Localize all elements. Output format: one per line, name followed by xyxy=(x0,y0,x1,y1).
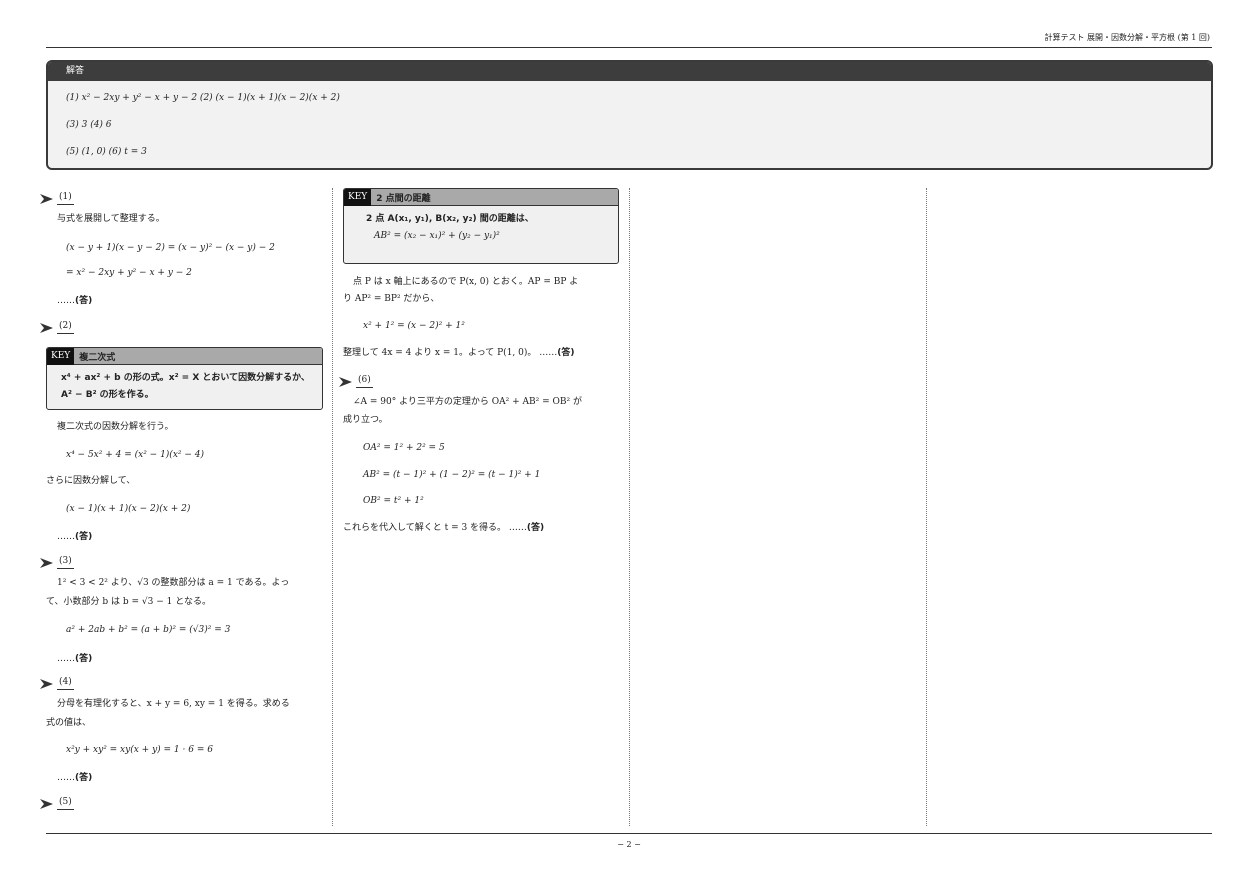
arrow-marker-icon xyxy=(339,376,352,387)
answer-summary-box: 解答 (1) x² − 2xy + y² − x + y − 2 (2) (x … xyxy=(46,60,1213,170)
key-box-biquadratic: KEY 複二次式 x⁴ + ax² + b の形の式。x² = X とおいて因数… xyxy=(46,347,323,410)
arrow-marker-icon xyxy=(40,798,53,809)
answer-line-2: (3) 3 (4) 6 xyxy=(66,120,112,130)
column-separator-2 xyxy=(629,188,630,826)
question-2-equation-1: x⁴ − 5x² + 4 = (x² − 1)(x² − 4) xyxy=(66,450,204,460)
answer-summary-title: 解答 xyxy=(48,62,1211,81)
question-1-answer-mark: ……(答) xyxy=(57,296,93,306)
question-6-text-1: ∠A = 90° より三平方の定理から OA² + AB² = OB² が xyxy=(353,397,582,407)
question-5-marker: (5) xyxy=(40,797,74,810)
question-4-text-2: 式の値は、 xyxy=(46,718,92,728)
question-2-text-2: さらに因数分解して、 xyxy=(46,476,136,486)
key-body: 2 点 A(x₁, y₁), B(x₂, y₂) 間の距離は、 xyxy=(366,214,534,224)
question-5-text-1: 点 P は x 軸上にあるので P(x, 0) とおく。AP = BP よ xyxy=(353,277,579,287)
question-5-text-2: り AP² = BP² だから、 xyxy=(343,294,440,304)
question-1-equation-2: = x² − 2xy + y² − x + y − 2 xyxy=(66,268,192,278)
question-6-number: (6) xyxy=(356,375,373,388)
question-2-answer-mark: ……(答) xyxy=(57,532,93,542)
page-number: − 2 − xyxy=(617,840,641,849)
question-6-equation-3: OB² = t² + 1² xyxy=(363,496,424,506)
question-2-text-1: 複二次式の因数分解を行う。 xyxy=(57,422,174,432)
question-5-conclusion: 整理して 4x = 4 より x = 1。よって P(1, 0)。 ……(答) xyxy=(343,348,575,358)
key-box-header: KEY 2 点間の距離 xyxy=(344,189,618,206)
key-tag: KEY xyxy=(344,189,372,206)
question-6-conclusion: これらを代入して解くと t = 3 を得る。 ……(答) xyxy=(343,523,545,533)
question-5-equation-1: x² + 1² = (x − 2)² + 1² xyxy=(363,321,465,331)
question-3-answer-mark: ……(答) xyxy=(57,654,93,664)
question-4-marker: (4) xyxy=(40,677,74,690)
solution-column-1: (1) 与式を展開して整理する。 (x − y + 1)(x − y − 2) … xyxy=(40,188,332,825)
question-3-text-1: 1² < 3 < 2² より、√3 の整数部分は a = 1 である。よっ xyxy=(57,578,290,588)
key-box-header: KEY 複二次式 xyxy=(47,348,322,365)
question-3-number: (3) xyxy=(57,556,74,569)
question-6-marker: (6) xyxy=(339,375,373,388)
key-formula: AB² = (x₂ − x₁)² + (y₂ − y₁)² xyxy=(374,231,500,241)
arrow-marker-icon xyxy=(40,678,53,689)
question-4-text-1: 分母を有理化すると、x + y = 6, xy = 1 を得る。求める xyxy=(57,699,290,709)
question-4-equation-1: x²y + xy² = xy(x + y) = 1 · 6 = 6 xyxy=(66,745,213,755)
question-2-marker: (2) xyxy=(40,321,74,334)
answer-line-1: (1) x² − 2xy + y² − x + y − 2 (2) (x − 1… xyxy=(66,93,340,103)
question-6-equation-2: AB² = (t − 1)² + (1 − 2)² = (t − 1)² + 1 xyxy=(363,470,541,480)
header-rule xyxy=(46,47,1212,48)
question-1-marker: (1) xyxy=(40,192,74,205)
key-title: 2 点間の距離 xyxy=(376,193,431,204)
key-body: x⁴ + ax² + b の形の式。x² = X とおいて因数分解するか、A² … xyxy=(61,373,310,400)
question-1-equation-1: (x − y + 1)(x − y − 2) = (x − y)² − (x −… xyxy=(66,243,275,253)
question-6-text-2: 成り立つ。 xyxy=(343,415,388,425)
question-1-intro: 与式を展開して整理する。 xyxy=(57,214,165,224)
solution-column-2: KEY 2 点間の距離 2 点 A(x₁, y₁), B(x₂, y₂) 間の距… xyxy=(339,188,623,825)
question-2-number: (2) xyxy=(57,321,74,334)
column-separator-3 xyxy=(926,188,927,826)
question-4-answer-mark: ……(答) xyxy=(57,773,93,783)
question-3-marker: (3) xyxy=(40,556,74,569)
footer-rule xyxy=(46,833,1212,834)
question-6-equation-1: OA² = 1² + 2² = 5 xyxy=(363,443,445,453)
key-box-distance: KEY 2 点間の距離 2 点 A(x₁, y₁), B(x₂, y₂) 間の距… xyxy=(343,188,619,264)
answer-line-3: (5) (1, 0) (6) t = 3 xyxy=(66,147,147,157)
question-4-number: (4) xyxy=(57,677,74,690)
key-title: 複二次式 xyxy=(79,352,116,363)
arrow-marker-icon xyxy=(40,557,53,568)
question-2-equation-2: (x − 1)(x + 1)(x − 2)(x + 2) xyxy=(66,504,191,514)
running-header: 計算テスト 展開・因数分解・平方根 (第 1 回) xyxy=(1044,33,1210,42)
column-separator-1 xyxy=(332,188,333,826)
question-1-number: (1) xyxy=(57,192,74,205)
arrow-marker-icon xyxy=(40,322,53,333)
arrow-marker-icon xyxy=(40,193,53,204)
question-5-number: (5) xyxy=(57,797,74,810)
question-3-text-2: て、小数部分 b は b = √3 − 1 となる。 xyxy=(46,597,211,607)
question-3-equation-1: a² + 2ab + b² = (a + b)² = (√3)² = 3 xyxy=(66,625,231,635)
key-tag: KEY xyxy=(47,348,75,365)
